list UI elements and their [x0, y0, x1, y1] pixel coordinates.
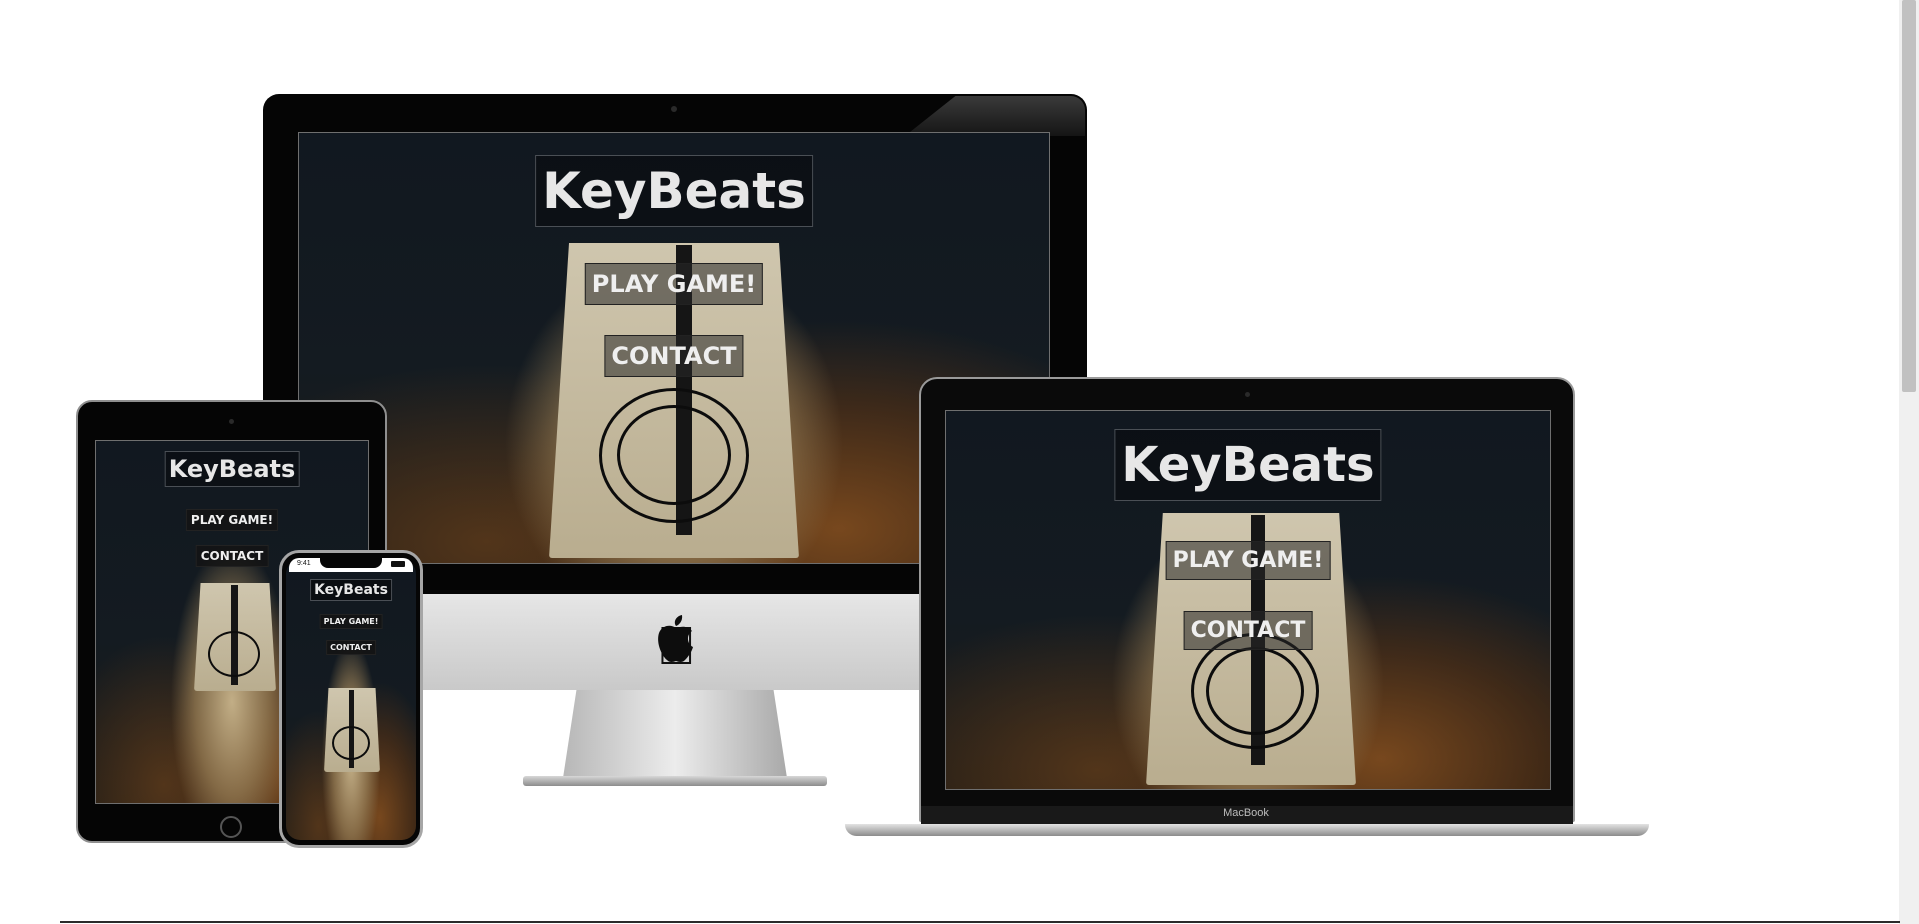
iphone-notch: [320, 558, 382, 568]
site-title: KeyBeats: [535, 155, 813, 227]
macbook-base: [845, 824, 1649, 836]
contact-button[interactable]: CONTACT: [604, 335, 744, 377]
contact-button[interactable]: CONTACT: [195, 545, 269, 567]
macbook-label: MacBook: [1223, 807, 1269, 819]
play-game-button[interactable]: PLAY GAME!: [319, 614, 383, 629]
play-game-button[interactable]: PLAY GAME!: [1165, 541, 1331, 580]
imac-camera: [671, 106, 677, 112]
cable-coil: [617, 405, 731, 505]
scrollbar-thumb[interactable]: [1902, 0, 1916, 392]
status-time: 9:41: [297, 560, 311, 567]
apple-logo-icon-shape: [658, 615, 693, 662]
contact-button[interactable]: CONTACT: [326, 640, 376, 655]
bottom-divider: [60, 921, 1900, 923]
ipad-home-button: [220, 816, 242, 838]
imac-stand: [563, 690, 787, 778]
cable-coil: [332, 726, 370, 760]
site-title: KeyBeats: [310, 579, 392, 601]
site-title: KeyBeats: [164, 451, 300, 487]
site-title: KeyBeats: [1114, 429, 1382, 501]
iphone-screen: KeyBeats PLAY GAME! CONTACT: [286, 560, 416, 840]
battery-icon: [391, 561, 405, 567]
ipad-camera: [229, 419, 234, 424]
contact-button[interactable]: CONTACT: [1183, 611, 1313, 650]
play-game-button[interactable]: PLAY GAME!: [584, 263, 764, 305]
macbook-camera: [1245, 392, 1250, 397]
cable-coil: [208, 631, 260, 677]
cable-coil: [1206, 647, 1304, 735]
macbook-screen: KeyBeats PLAY GAME! CONTACT: [945, 410, 1551, 790]
imac-foot: [523, 776, 827, 786]
play-game-button[interactable]: PLAY GAME!: [185, 509, 279, 531]
